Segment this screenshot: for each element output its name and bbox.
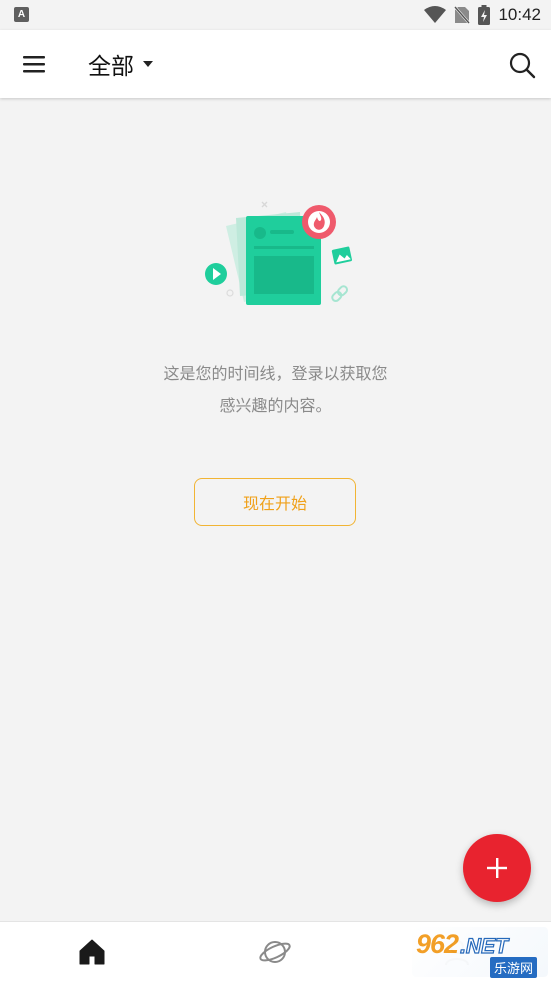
menu-button[interactable] xyxy=(18,50,50,78)
status-bar: A 10:42 xyxy=(0,0,551,30)
empty-state-message: 这是您的时间线，登录以获取您 感兴趣的内容。 xyxy=(100,358,451,422)
site-watermark-logo: 962.NET 乐游网 xyxy=(412,927,548,978)
nav-discover[interactable] xyxy=(258,935,292,969)
home-icon xyxy=(79,939,105,965)
dropdown-arrow-icon xyxy=(143,61,153,67)
status-time: 10:42 xyxy=(498,5,541,24)
search-button[interactable] xyxy=(507,50,537,80)
start-now-button[interactable]: 现在开始 xyxy=(194,478,356,526)
battery-charging-icon xyxy=(478,5,491,25)
empty-message-line-1: 这是您的时间线，登录以获取您 xyxy=(163,364,388,383)
no-sim-icon xyxy=(454,6,471,24)
wifi-icon xyxy=(424,6,447,23)
planet-icon xyxy=(259,941,291,963)
search-icon xyxy=(509,52,536,79)
app-bar: 全部 xyxy=(0,30,551,98)
category-selector[interactable]: 全部 xyxy=(88,46,154,82)
empty-message-line-2: 感兴趣的内容。 xyxy=(219,396,332,415)
plus-icon xyxy=(487,858,507,878)
timeline-illustration xyxy=(200,198,356,310)
status-icons: 10:42 xyxy=(424,0,541,30)
page-title: 全部 xyxy=(88,54,134,80)
menu-icon xyxy=(23,56,45,73)
nav-home[interactable] xyxy=(76,936,108,968)
create-post-fab[interactable] xyxy=(463,834,531,902)
notification-app-icon: A xyxy=(14,7,29,22)
